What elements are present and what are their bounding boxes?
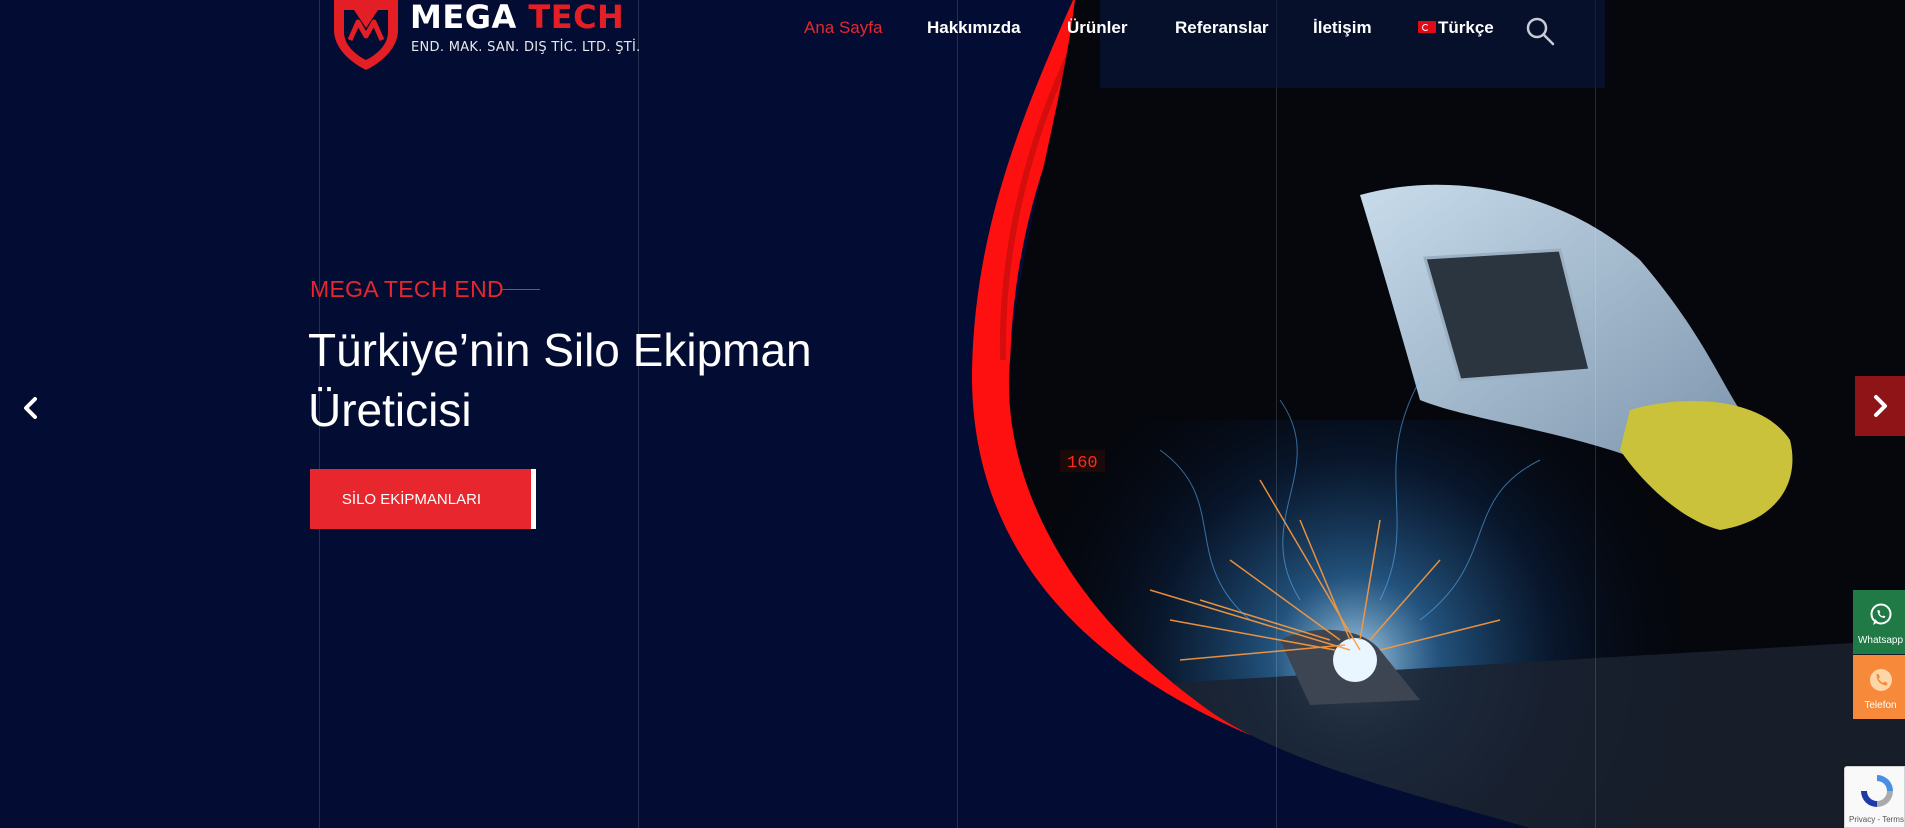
nav-item-products[interactable]: Ürünler bbox=[1067, 18, 1127, 38]
recaptcha-badge[interactable]: Privacy - Terms bbox=[1844, 766, 1905, 828]
phone-label: Telefon bbox=[1864, 700, 1897, 711]
language-label: Türkçe bbox=[1438, 18, 1494, 37]
nav-item-contact[interactable]: İletişim bbox=[1313, 18, 1372, 38]
chevron-left-icon[interactable] bbox=[16, 393, 46, 423]
recaptcha-logo-icon bbox=[1861, 775, 1893, 807]
logo-subtitle: END. MAK. SAN. DIŞ TİC. LTD. ŞTİ. bbox=[411, 40, 641, 55]
recaptcha-links[interactable]: Privacy - Terms bbox=[1849, 815, 1904, 824]
nav-item-about[interactable]: Hakkımızda bbox=[927, 18, 1021, 38]
silo-equipment-button[interactable]: SİLO EKİPMANLARI bbox=[310, 469, 536, 529]
phone-button[interactable]: Telefon bbox=[1853, 655, 1905, 719]
chevron-right-icon bbox=[1874, 395, 1887, 417]
whatsapp-label: Whatsapp bbox=[1857, 635, 1904, 646]
whatsapp-icon bbox=[1870, 603, 1892, 625]
grid-line bbox=[957, 0, 958, 828]
hero-kicker: MEGA TECH END bbox=[310, 276, 504, 302]
grid-line bbox=[1595, 0, 1596, 828]
shield-logo-icon bbox=[334, 0, 398, 70]
language-selector[interactable]: Türkçe bbox=[1418, 18, 1494, 38]
grid-line bbox=[1276, 0, 1277, 828]
turkey-flag-icon bbox=[1418, 21, 1436, 33]
photo-display-readout: 160 bbox=[1067, 454, 1098, 473]
hero-title: Türkiye’nin Silo Ekipman Üreticisi bbox=[308, 324, 812, 436]
hero-photo-welding: 160 bbox=[971, 0, 1905, 828]
kicker-divider bbox=[502, 289, 540, 290]
whatsapp-button[interactable]: Whatsapp bbox=[1853, 590, 1905, 654]
phone-icon bbox=[1870, 669, 1892, 691]
search-icon[interactable] bbox=[1525, 16, 1555, 46]
slider-next-button[interactable] bbox=[1855, 376, 1905, 436]
site-logo[interactable]: MEGA TECH END. MAK. SAN. DIŞ TİC. LTD. Ş… bbox=[330, 0, 640, 70]
logo-title: MEGA TECH bbox=[410, 0, 625, 36]
nav-item-home[interactable]: Ana Sayfa bbox=[804, 18, 882, 38]
nav-item-references[interactable]: Referanslar bbox=[1175, 18, 1269, 38]
